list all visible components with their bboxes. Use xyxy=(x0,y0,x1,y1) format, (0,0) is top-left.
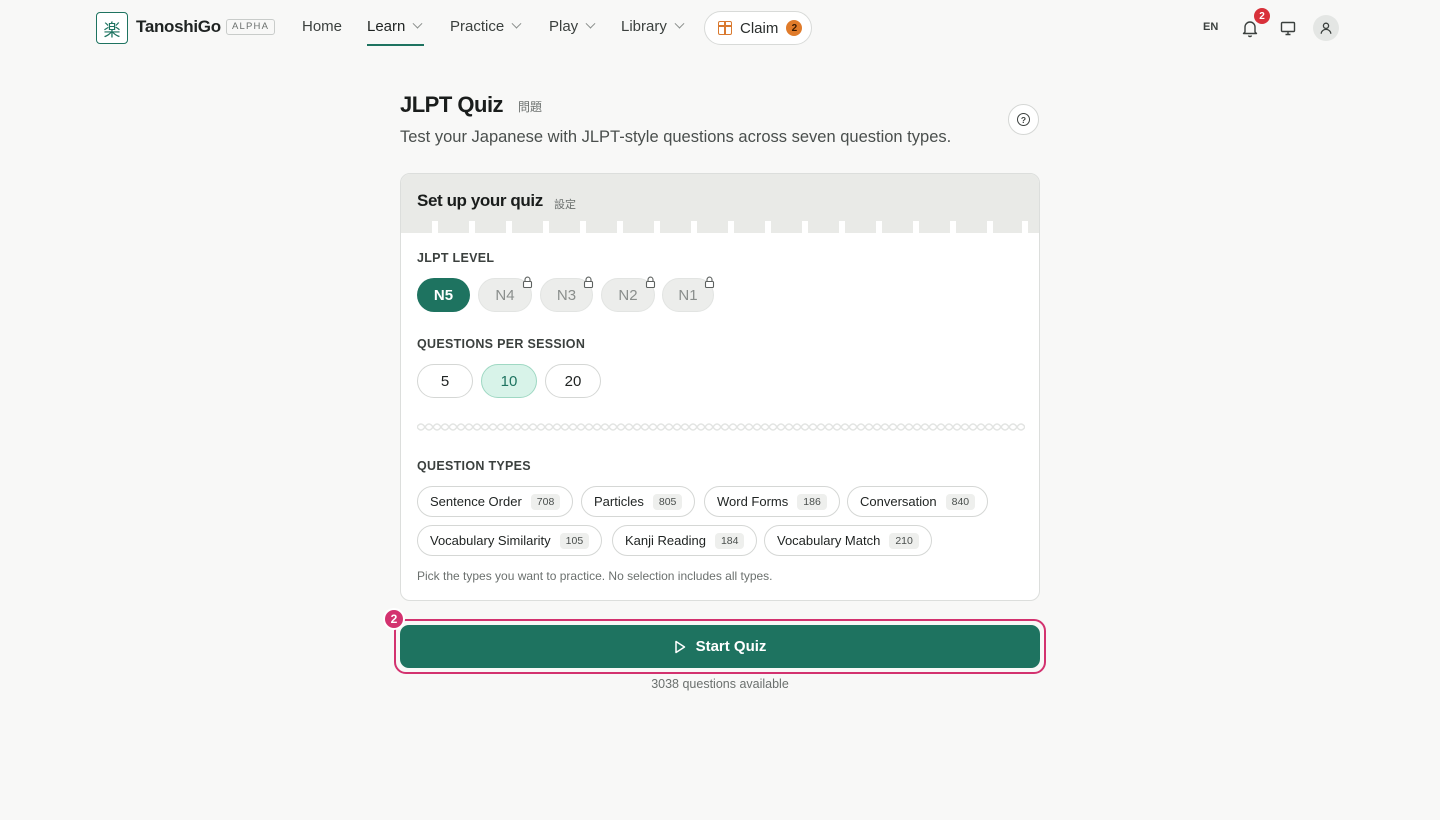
question-types-hint: Pick the types you want to practice. No … xyxy=(417,569,773,583)
type-chip-count: 805 xyxy=(652,493,683,510)
chevron-down-icon xyxy=(511,18,522,29)
avatar[interactable] xyxy=(1313,15,1339,41)
nav-library[interactable]: Library xyxy=(621,18,685,35)
page-subtitle: Test your Japanese with JLPT-style quest… xyxy=(400,128,952,146)
type-chip-conversation[interactable]: Conversation 840 xyxy=(847,486,989,517)
type-chip-vocabulary-similarity[interactable]: Vocabulary Similarity 105 xyxy=(417,525,603,556)
play-icon xyxy=(674,640,685,653)
logo-icon[interactable]: 楽 xyxy=(96,12,128,44)
top-nav: 楽 TanoshiGo ALPHA Home Learn Practice Pl… xyxy=(0,0,1440,56)
type-chip-count: 105 xyxy=(559,532,590,549)
type-chip-particles[interactable]: Particles 805 xyxy=(581,486,696,517)
nav-learn[interactable]: Learn xyxy=(367,18,423,35)
type-chip-count: 840 xyxy=(945,493,976,510)
start-quiz-button[interactable]: Start Quiz xyxy=(400,625,1040,668)
help-button[interactable]: ? xyxy=(1008,104,1039,135)
setup-card-header: Set up your quiz 設定 xyxy=(401,174,1039,233)
type-chip-label: Vocabulary Match xyxy=(777,533,881,548)
nav-practice[interactable]: Practice xyxy=(450,18,522,35)
alpha-badge: ALPHA xyxy=(226,19,276,35)
chevron-down-icon xyxy=(412,18,423,29)
level-label: N2 xyxy=(618,286,638,304)
language-switcher[interactable]: EN xyxy=(1203,21,1218,33)
type-chip-count: 708 xyxy=(530,493,561,510)
level-label: N4 xyxy=(495,286,515,304)
logo-glyph: 楽 xyxy=(103,20,121,41)
nav-home[interactable]: Home xyxy=(302,18,342,35)
questions-option-label: 5 xyxy=(440,372,450,390)
nav-library-label: Library xyxy=(621,18,667,35)
nav-practice-label: Practice xyxy=(450,18,505,35)
active-nav-indicator xyxy=(367,44,424,46)
lock-icon xyxy=(583,276,594,288)
nav-learn-label: Learn xyxy=(367,18,406,35)
questions-option-label: 20 xyxy=(564,372,582,390)
type-chip-label: Vocabulary Similarity xyxy=(430,533,551,548)
claim-count-badge: 2 xyxy=(786,20,803,36)
setup-card-title: Set up your quiz xyxy=(417,191,543,210)
type-chip-count: 184 xyxy=(714,532,745,549)
torn-edge-decoration xyxy=(401,219,1039,233)
level-label: N3 xyxy=(556,286,577,304)
gift-icon xyxy=(717,20,732,35)
level-option-n2[interactable]: N2 xyxy=(601,276,656,312)
chevron-down-icon xyxy=(585,18,596,29)
nav-play-label: Play xyxy=(549,18,579,35)
type-chip-count: 186 xyxy=(797,493,827,510)
page-title: JLPT Quiz xyxy=(400,92,504,117)
type-chip-label: Word Forms xyxy=(717,494,789,509)
questions-option-label: 10 xyxy=(500,372,518,390)
question-mark-icon: ? xyxy=(1017,113,1030,126)
type-chip-vocabulary-match[interactable]: Vocabulary Match 210 xyxy=(764,525,932,556)
type-chip-label: Sentence Order xyxy=(430,494,522,509)
nav-play[interactable]: Play xyxy=(549,18,596,35)
type-chip-label: Conversation xyxy=(860,494,937,509)
nav-home-label: Home xyxy=(302,18,343,35)
brand-name[interactable]: TanoshiGo xyxy=(136,17,221,37)
type-chip-kanji-reading[interactable]: Kanji Reading 184 xyxy=(612,525,758,556)
step-number-badge: 2 xyxy=(383,608,405,630)
type-chip-count: 210 xyxy=(889,532,919,549)
page-title-japanese: 問題 xyxy=(518,100,543,114)
level-label: N5 xyxy=(433,286,454,304)
chevron-down-icon xyxy=(674,18,685,29)
level-option-n5[interactable]: N5 xyxy=(417,278,470,312)
notification-count-badge: 2 xyxy=(1254,8,1270,24)
jlpt-level-label: JLPT LEVEL xyxy=(417,251,495,265)
type-chip-sentence-order[interactable]: Sentence Order 708 xyxy=(417,486,574,517)
type-chip-word-forms[interactable]: Word Forms 186 xyxy=(704,486,840,517)
level-option-n4[interactable]: N4 xyxy=(478,276,533,312)
setup-card-title-japanese: 設定 xyxy=(554,198,576,211)
claim-button[interactable]: Claim 2 xyxy=(704,11,812,45)
type-chip-label: Particles xyxy=(594,494,644,509)
question-types-label: QUESTION TYPES xyxy=(417,459,531,473)
lock-icon xyxy=(704,276,715,288)
questions-available-text: 3038 questions available xyxy=(651,677,789,691)
start-quiz-label: Start Quiz xyxy=(695,638,767,655)
quiz-setup-card: Set up your quiz 設定 JLPT LEVEL N5 N4 N3 … xyxy=(400,173,1040,601)
lock-icon xyxy=(645,276,656,288)
user-icon xyxy=(1320,22,1332,34)
monitor-icon[interactable] xyxy=(1279,19,1297,37)
level-option-n1[interactable]: N1 xyxy=(662,276,715,312)
lock-icon xyxy=(522,276,533,288)
questions-option-5[interactable]: 5 xyxy=(417,364,473,398)
claim-label: Claim xyxy=(740,19,779,37)
level-label: N1 xyxy=(678,286,698,304)
type-chip-label: Kanji Reading xyxy=(625,533,706,548)
questions-option-10[interactable]: 10 xyxy=(481,364,537,398)
wave-divider xyxy=(417,423,1025,431)
level-option-n3[interactable]: N3 xyxy=(540,276,594,312)
questions-option-20[interactable]: 20 xyxy=(545,364,601,398)
questions-per-session-label: QUESTIONS PER SESSION xyxy=(417,337,586,351)
